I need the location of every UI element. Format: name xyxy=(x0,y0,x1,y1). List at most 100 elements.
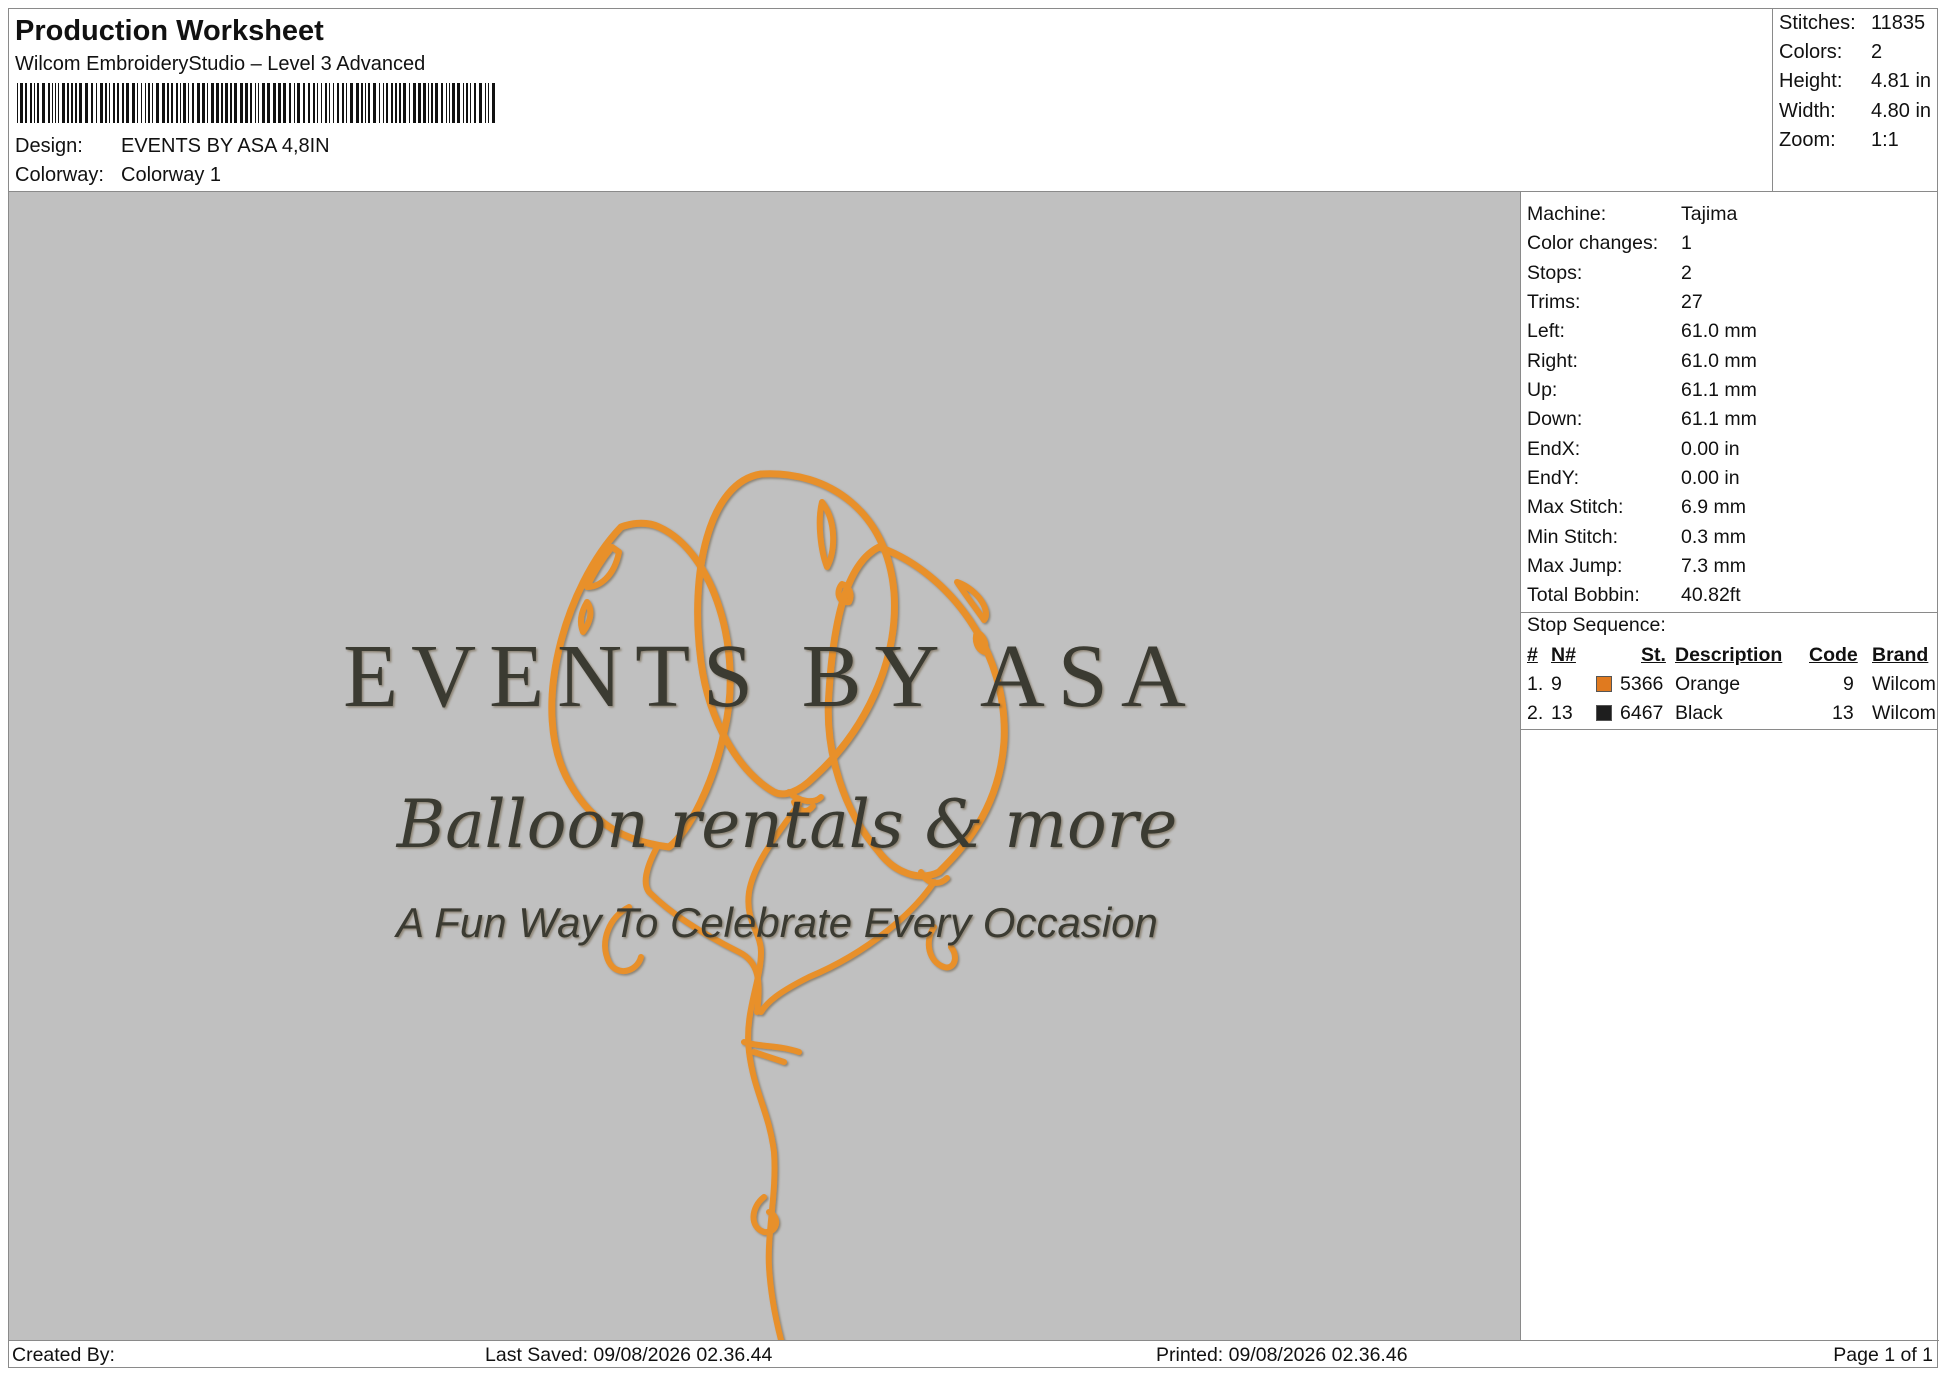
barcode-bar xyxy=(449,83,450,123)
info-value: 61.0 mm xyxy=(1681,350,1757,372)
info-value: 40.82ft xyxy=(1681,584,1741,606)
barcode-bar xyxy=(105,83,107,123)
barcode-bar xyxy=(488,83,489,123)
stat-label: Width: xyxy=(1779,100,1836,122)
row-description: Black xyxy=(1675,702,1723,724)
barcode-bar xyxy=(176,83,178,123)
info-min-stitch: Min Stitch: 0.3 mm xyxy=(1527,526,1746,549)
divider xyxy=(1521,729,1938,730)
barcode-bar xyxy=(122,83,124,123)
row-stitches: 6467 xyxy=(1620,702,1664,724)
barcode-bar xyxy=(365,83,366,123)
design-canvas[interactable]: EVENTS BY ASA Balloon rentals & more A F… xyxy=(9,192,1521,1340)
info-endy: EndY: 0.00 in xyxy=(1527,467,1740,490)
barcode-bar xyxy=(258,83,259,123)
barcode-bar xyxy=(141,83,142,123)
barcode-bar xyxy=(428,83,429,123)
row-num: 2. xyxy=(1527,702,1544,724)
barcode-bar xyxy=(30,83,32,123)
page-number: Page 1 of 1 xyxy=(1833,1344,1933,1366)
barcode-bar xyxy=(52,83,53,123)
barcode-bar xyxy=(211,83,214,123)
info-trims: Trims: 27 xyxy=(1527,291,1703,314)
info-value: 0.00 in xyxy=(1681,438,1740,460)
colorway-value: Colorway 1 xyxy=(121,164,222,186)
barcode-bar xyxy=(350,83,353,123)
barcode-bar xyxy=(145,83,146,123)
info-machine: Machine: Tajima xyxy=(1527,203,1737,226)
barcode-bar xyxy=(457,83,460,123)
barcode-bar xyxy=(148,83,150,123)
info-label: Down: xyxy=(1527,408,1583,430)
stat-height: Height: 4.81 in xyxy=(1779,70,1931,93)
info-label: Min Stitch: xyxy=(1527,526,1619,548)
row-needle: 9 xyxy=(1551,673,1562,695)
barcode-bar xyxy=(441,83,443,123)
barcode-bar xyxy=(423,83,426,123)
barcode-bar xyxy=(262,83,265,123)
barcode-bar xyxy=(255,83,256,123)
barcode-bar xyxy=(329,83,330,123)
barcode-bar xyxy=(395,83,397,123)
barcode-bar xyxy=(303,83,305,123)
info-value: 61.1 mm xyxy=(1681,379,1757,401)
info-label: Left: xyxy=(1527,320,1565,342)
barcode-bar xyxy=(225,83,228,123)
barcode-bar xyxy=(245,83,248,123)
barcode-bar xyxy=(321,83,322,123)
balloon-highlight xyxy=(816,499,837,570)
barcode-bar xyxy=(37,83,39,123)
barcode-bar xyxy=(391,83,393,123)
barcode-bar xyxy=(20,83,23,123)
barcode-bar xyxy=(167,83,169,123)
barcode-bar xyxy=(267,83,270,123)
barcode-bar xyxy=(368,83,370,123)
info-label: Total Bobbin: xyxy=(1527,584,1640,606)
barcode-bar xyxy=(273,83,276,123)
barcode-bar xyxy=(71,83,73,123)
barcode-bar xyxy=(55,83,56,123)
info-max-stitch: Max Stitch: 6.9 mm xyxy=(1527,496,1746,519)
info-label: Stops: xyxy=(1527,262,1583,284)
barcode-bar xyxy=(403,83,406,123)
barcode-bar xyxy=(278,83,281,123)
row-description: Orange xyxy=(1675,673,1741,695)
barcode-bar xyxy=(75,83,77,123)
worksheet-footer: Created By: Last Saved: 09/08/2026 02.36… xyxy=(9,1340,1939,1369)
info-label: Max Jump: xyxy=(1527,555,1623,577)
barcode-bar xyxy=(356,83,359,123)
stat-value: 4.81 in xyxy=(1871,70,1932,92)
stat-label: Colors: xyxy=(1779,41,1843,63)
printed-date: Printed: 09/08/2026 02.36.46 xyxy=(1156,1344,1408,1366)
barcode-bar xyxy=(289,83,291,123)
row-brand: Wilcom xyxy=(1872,673,1936,695)
row-code: 9 xyxy=(1843,673,1854,695)
colorway-row: Colorway: Colorway 1 xyxy=(15,164,221,187)
barcode-bar xyxy=(446,83,447,123)
info-label: Max Stitch: xyxy=(1527,496,1624,518)
info-value: 0.00 in xyxy=(1681,467,1740,489)
design-text-events: EVENTS BY ASA xyxy=(343,627,1199,726)
row-needle: 13 xyxy=(1551,702,1573,724)
barcode-bar xyxy=(34,83,35,123)
barcode-bar xyxy=(91,83,93,123)
barcode-bar xyxy=(250,83,252,123)
barcode-bar xyxy=(137,83,138,123)
stat-width: Width: 4.80 in xyxy=(1779,100,1931,123)
stat-value: 4.80 in xyxy=(1871,100,1932,122)
barcode-bar xyxy=(485,83,486,123)
barcode-bar xyxy=(85,83,88,123)
barcode-bar xyxy=(109,83,110,123)
summary-stats: Stitches: 11835 Colors: 2 Height: 4.81 in W… xyxy=(1772,9,1937,192)
stat-colors: Colors: 2 xyxy=(1779,41,1882,64)
barcode-bar xyxy=(67,83,69,123)
barcode-bar xyxy=(463,83,464,123)
info-label: Right: xyxy=(1527,350,1578,372)
barcode-bar xyxy=(297,83,300,123)
color-swatch xyxy=(1596,676,1612,692)
info-color-changes: Color changes: 1 xyxy=(1527,232,1692,255)
barcode-bar xyxy=(373,83,376,123)
barcode-bar xyxy=(17,83,18,123)
barcode-bar xyxy=(325,83,327,123)
info-value: 27 xyxy=(1681,291,1703,313)
